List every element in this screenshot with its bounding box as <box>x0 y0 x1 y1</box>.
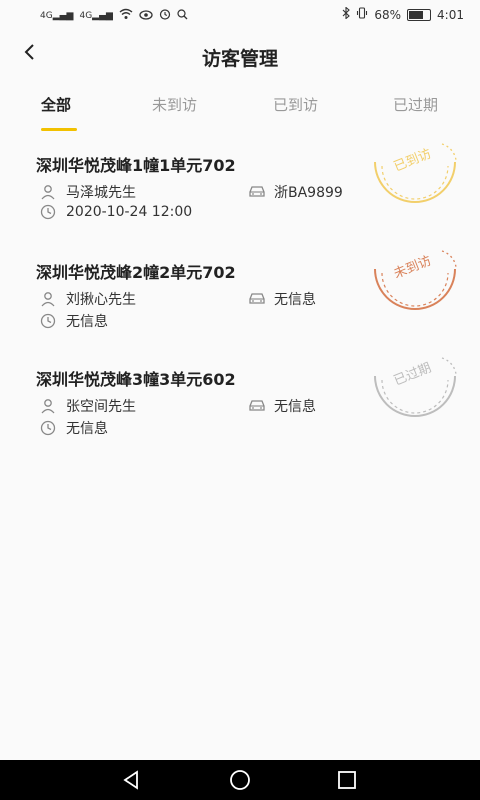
car-icon <box>248 184 265 200</box>
person-icon <box>40 291 56 307</box>
vibrate-icon <box>356 7 368 22</box>
search-icon <box>177 8 188 23</box>
visitor-card[interactable]: 深圳华悦茂峰1幢1单元702 马泽城先生 浙BA9899 2020-10-24 … <box>0 143 480 258</box>
stamp-label: 已到访 <box>392 146 434 175</box>
battery-fill <box>409 10 423 19</box>
status-left: 4G▂▄▆ 4G▂▄▆ <box>40 8 188 23</box>
car-icon <box>248 398 265 414</box>
visitor-address: 深圳华悦茂峰3幢3单元602 <box>36 370 236 389</box>
status-bar: 4G▂▄▆ 4G▂▄▆ 68% 4:01 <box>0 0 480 30</box>
status-stamp: 已过期 <box>370 356 460 426</box>
car-icon <box>248 291 265 307</box>
visit-time: 无信息 <box>66 421 108 437</box>
clock-time: 4:01 <box>437 7 464 22</box>
nav-home-button[interactable] <box>228 768 252 792</box>
signal-label-2: 4G <box>79 10 93 21</box>
status-right: 68% 4:01 <box>342 6 464 22</box>
plate-row: 无信息 <box>248 289 316 309</box>
bluetooth-icon <box>342 6 351 22</box>
visit-time: 无信息 <box>66 314 108 330</box>
eye-icon <box>139 9 153 23</box>
visitor-name-row: 马泽城先生 <box>40 182 136 202</box>
visitor-address: 深圳华悦茂峰1幢1单元702 <box>36 156 236 175</box>
tab-all[interactable]: 全部 <box>41 94 71 115</box>
page-title: 访客管理 <box>201 48 278 70</box>
clock-icon <box>40 420 56 436</box>
signal-label-1: 4G <box>40 10 53 21</box>
visitor-name: 刘揪心先生 <box>66 292 136 308</box>
clock-icon <box>40 313 56 329</box>
circle-home-icon <box>230 770 250 790</box>
stamp-label: 已过期 <box>392 360 434 389</box>
plate-number: 浙BA9899 <box>274 185 343 201</box>
system-nav-bar <box>0 760 480 800</box>
tab-bar: 全部 未到访 已到访 已过期 <box>0 88 480 134</box>
time-row: 无信息 <box>40 311 108 331</box>
triangle-back-icon <box>123 770 138 790</box>
battery-icon <box>407 8 432 21</box>
clock-icon <box>40 204 56 220</box>
visitor-name-row: 刘揪心先生 <box>40 289 136 309</box>
wifi-icon <box>119 8 133 23</box>
app-header: 访客管理 <box>0 36 480 76</box>
status-stamp: 已到访 <box>370 142 460 212</box>
tab-visited[interactable]: 已到访 <box>273 94 318 115</box>
stamp-label: 未到访 <box>392 253 434 282</box>
tab-expired[interactable]: 已过期 <box>393 94 438 115</box>
visitor-name: 马泽城先生 <box>66 185 136 201</box>
plate-row: 无信息 <box>248 396 316 416</box>
plate-number: 无信息 <box>274 399 316 415</box>
battery-percent: 68% <box>374 7 402 22</box>
plate-row: 浙BA9899 <box>248 182 343 202</box>
visitor-name-row: 张空间先生 <box>40 396 136 416</box>
person-icon <box>40 398 56 414</box>
time-row: 2020-10-24 12:00 <box>40 204 192 220</box>
signal-indicator-2: 4G▂▄▆ <box>79 10 113 21</box>
nav-recents-button[interactable] <box>335 768 359 792</box>
visitor-address: 深圳华悦茂峰2幢2单元702 <box>36 263 236 282</box>
signal-indicator-1: 4G▂▄▆ <box>40 10 74 21</box>
visitor-card[interactable]: 深圳华悦茂峰2幢2单元702 刘揪心先生 无信息 无信息 未到访 <box>0 250 480 365</box>
alarm-icon <box>159 8 171 23</box>
time-row: 无信息 <box>40 418 108 438</box>
plate-number: 无信息 <box>274 292 316 308</box>
square-recents-icon <box>338 771 356 789</box>
visit-time: 2020-10-24 12:00 <box>66 204 193 220</box>
person-icon <box>40 184 56 200</box>
active-tab-indicator <box>41 128 77 131</box>
tab-not-visited[interactable]: 未到访 <box>152 94 197 115</box>
status-stamp: 未到访 <box>370 249 460 319</box>
nav-back-button[interactable] <box>120 768 144 792</box>
visitor-name: 张空间先生 <box>66 399 136 415</box>
visitor-card[interactable]: 深圳华悦茂峰3幢3单元602 张空间先生 无信息 无信息 已过期 <box>0 357 480 472</box>
